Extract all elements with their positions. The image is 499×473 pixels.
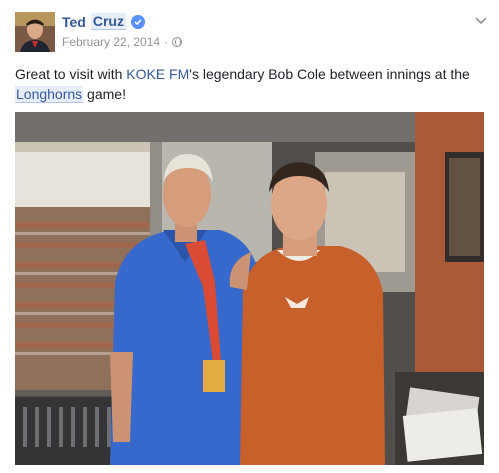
tag-link-longhorns[interactable]: Longhorns bbox=[15, 86, 84, 103]
author-first-name[interactable]: Ted bbox=[62, 14, 86, 30]
post-photo-image bbox=[15, 112, 484, 465]
globe-icon[interactable] bbox=[172, 37, 183, 47]
verified-badge-icon bbox=[130, 14, 145, 29]
meta-separator: · bbox=[164, 35, 169, 49]
post-text-part: Great to visit with bbox=[15, 66, 127, 82]
page-link-koke-fm[interactable]: KOKE FM bbox=[126, 66, 189, 82]
author-avatar[interactable] bbox=[15, 12, 55, 52]
chevron-down-icon[interactable] bbox=[474, 15, 488, 25]
post-card: Ted Cruz February 22, 2014 · Great to vi… bbox=[0, 0, 499, 473]
post-photo[interactable] bbox=[15, 112, 484, 465]
post-text-part: 's legendary Bob Cole between innings at… bbox=[189, 66, 470, 82]
post-text: Great to visit with KOKE FM's legendary … bbox=[15, 64, 490, 104]
author-last-name[interactable]: Cruz bbox=[90, 13, 126, 30]
author-name[interactable]: Ted Cruz bbox=[62, 13, 145, 30]
post-text-part: game! bbox=[83, 86, 126, 102]
post-date[interactable]: February 22, 2014 bbox=[62, 35, 160, 49]
post-meta: February 22, 2014 · bbox=[62, 35, 183, 49]
